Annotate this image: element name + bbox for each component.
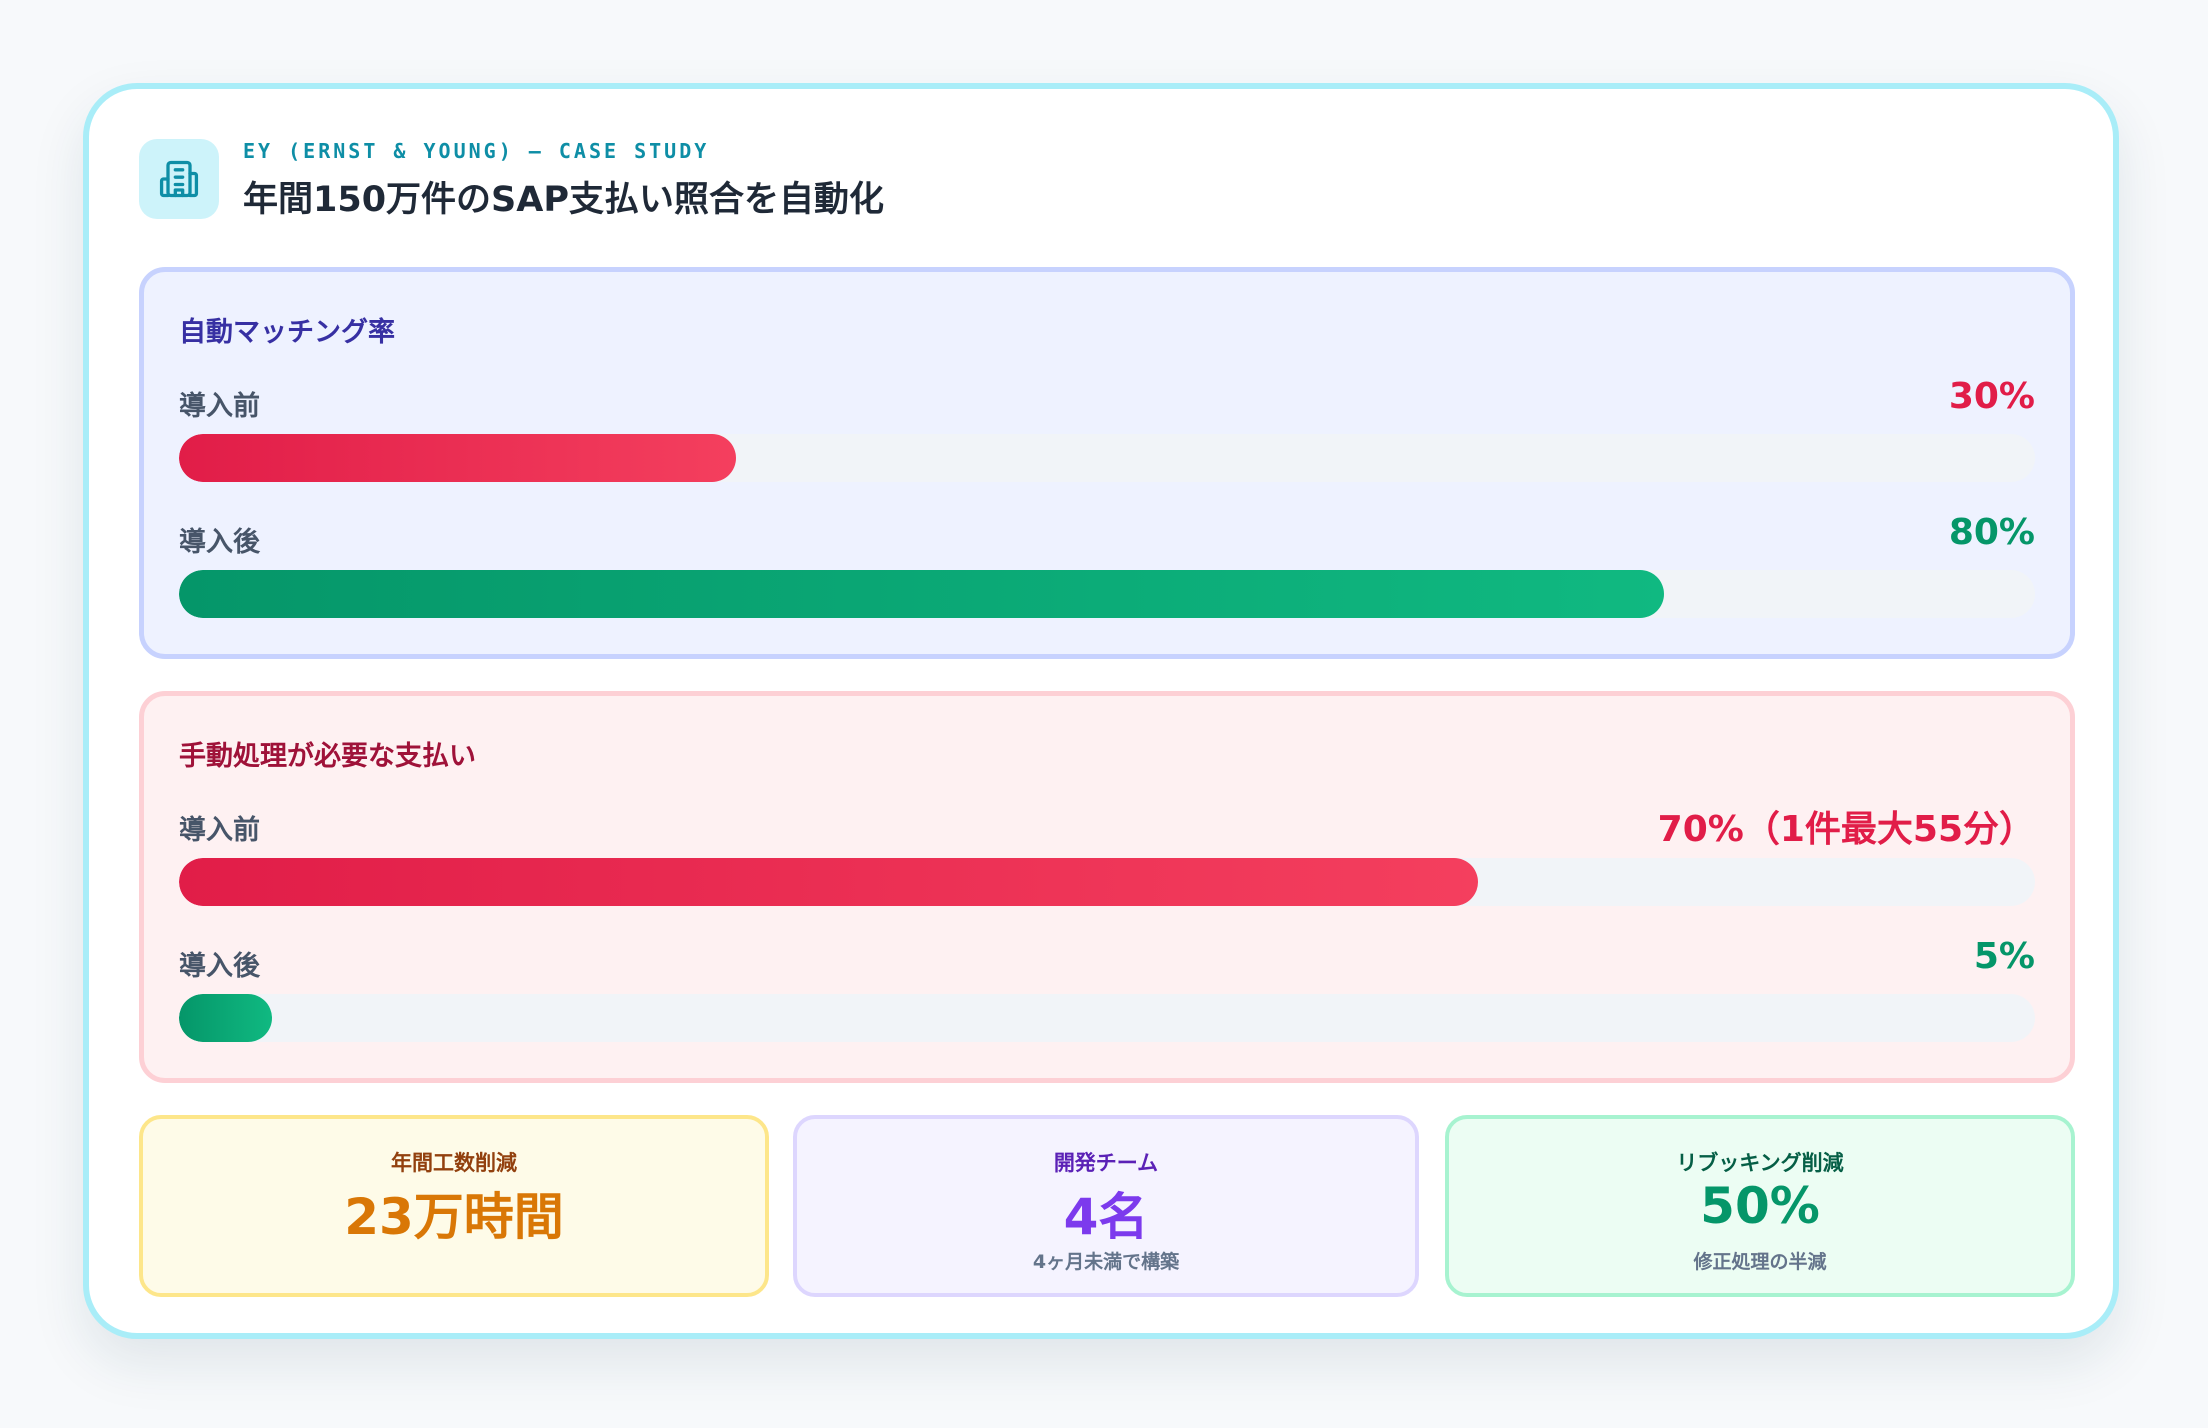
matching-after-label: 導入後 [179, 527, 260, 558]
manual-after-bar [179, 994, 2035, 1042]
manual-processing-panel: 手動処理が必要な支払い 導入前 70%（1件最大55分） 導入後 5% [139, 691, 2075, 1083]
manual-after-value: 5% [1973, 936, 2035, 977]
manual-after-fill [179, 994, 272, 1042]
matching-before-fill [179, 434, 736, 482]
stat-value: 50% [1700, 1177, 1820, 1235]
manual-processing-title: 手動処理が必要な支払い [179, 741, 476, 772]
stat-value: 23万時間 [344, 1188, 564, 1246]
matching-rate-title: 自動マッチング率 [179, 317, 395, 348]
page-title: 年間150万件のSAP支払い照合を自動化 [243, 180, 885, 220]
manual-before-fill [179, 858, 1479, 906]
matching-rate-panel: 自動マッチング率 導入前 30% 導入後 80% [139, 267, 2075, 659]
stat-card-hours-saved: 年間工数削減 23万時間 [139, 1115, 769, 1297]
manual-after-label: 導入後 [179, 951, 260, 982]
stat-card-rebooking: リブッキング削減 50% 修正処理の半減 [1445, 1115, 2075, 1297]
company-eyebrow: EY (ERNST & YOUNG) — CASE STUDY [243, 139, 710, 163]
manual-before-value: 70%（1件最大55分） [1657, 809, 2035, 850]
matching-before-value: 30% [1948, 376, 2035, 417]
manual-before-bar [179, 858, 2035, 906]
matching-before-label: 導入前 [179, 391, 260, 422]
stat-sub: 修正処理の半減 [1693, 1251, 1827, 1273]
building-icon [139, 139, 219, 219]
card-header: EY (ERNST & YOUNG) — CASE STUDY 年間150万件の… [139, 139, 2063, 220]
stat-label: 開発チーム [1053, 1151, 1159, 1175]
matching-before-bar [179, 434, 2035, 482]
manual-before-label: 導入前 [179, 815, 260, 846]
stat-label: リブッキング削減 [1676, 1151, 1844, 1175]
matching-after-bar [179, 570, 2035, 618]
stat-value: 4名 [1063, 1188, 1149, 1246]
stat-card-dev-team: 開発チーム 4名 4ヶ月未満で構築 [793, 1115, 1419, 1297]
matching-after-fill [179, 570, 1664, 618]
stat-sub: 4ヶ月未満で構築 [1032, 1251, 1180, 1273]
case-study-card: EY (ERNST & YOUNG) — CASE STUDY 年間150万件の… [83, 83, 2119, 1339]
matching-after-value: 80% [1948, 512, 2035, 553]
stat-label: 年間工数削減 [391, 1151, 517, 1175]
